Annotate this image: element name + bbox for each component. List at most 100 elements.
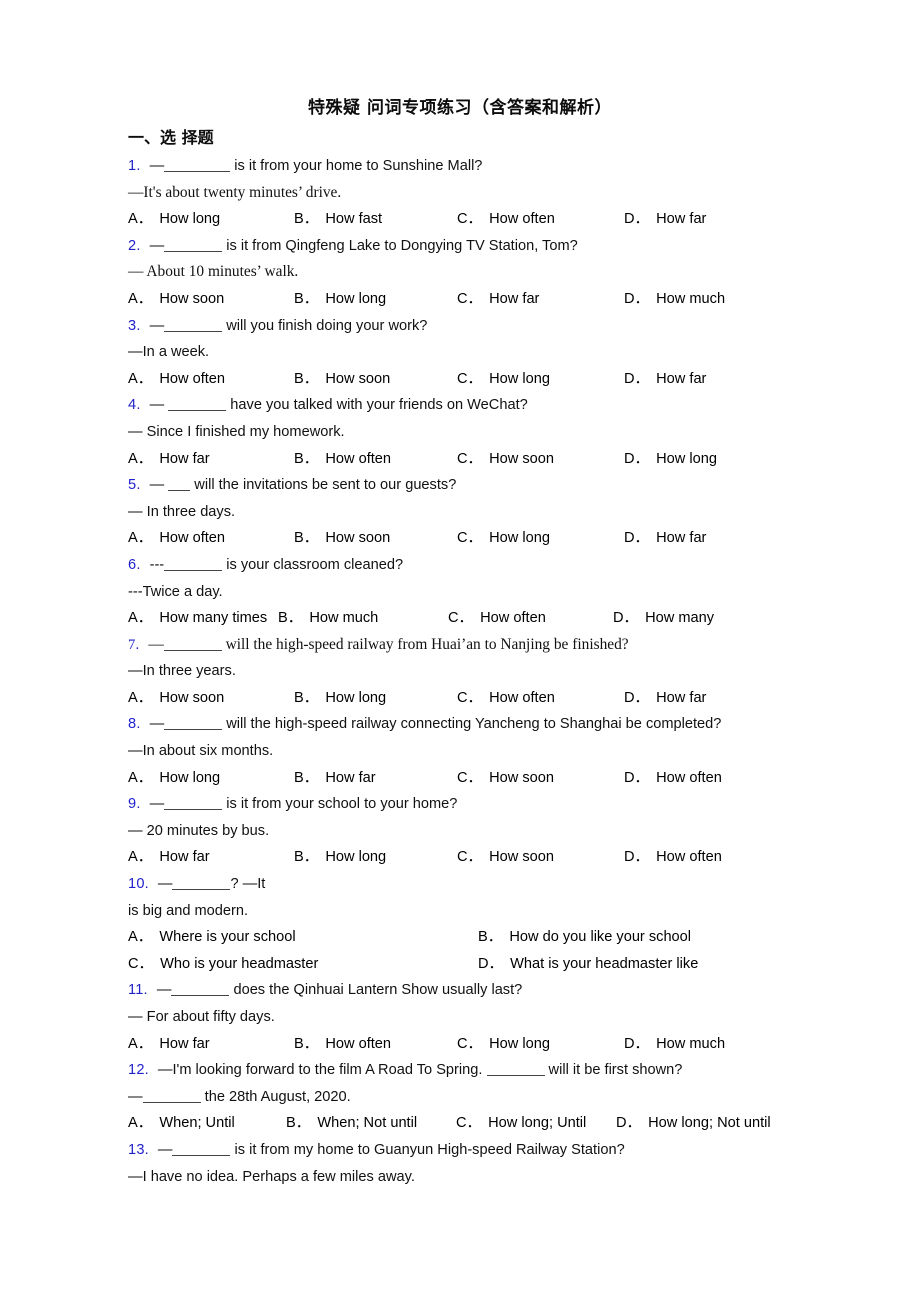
answer-blank-stem[interactable] bbox=[164, 318, 223, 332]
option-choice[interactable]: A． Where is your school bbox=[128, 924, 478, 951]
answer-blank-stem[interactable] bbox=[164, 238, 223, 252]
stem-text-before: — bbox=[157, 876, 173, 893]
option-letter: C． bbox=[457, 1035, 483, 1052]
option-choice[interactable]: A． How often bbox=[128, 525, 294, 552]
option-letter: B． bbox=[294, 450, 319, 467]
option-choice[interactable]: B． How soon bbox=[294, 366, 457, 393]
answer-blank-stem[interactable] bbox=[163, 637, 222, 651]
answer-blank-stem[interactable] bbox=[486, 1062, 545, 1077]
question-number: 1. bbox=[128, 158, 141, 174]
answer-blank-stem[interactable] bbox=[172, 876, 231, 891]
page-title: 特殊疑 问词专项练习（含答案和解析） bbox=[308, 98, 612, 118]
question-number: 5. bbox=[128, 477, 141, 494]
answer-blank-stem[interactable] bbox=[164, 557, 223, 571]
option-choice[interactable]: D． How long; Not until bbox=[616, 1110, 771, 1137]
question-stem: 2. — is it from Qingfeng Lake to Dongying… bbox=[128, 233, 892, 260]
option-choice[interactable]: A． How far bbox=[128, 1031, 294, 1058]
question-number: 8. bbox=[128, 716, 141, 733]
option-choice[interactable]: C． How long bbox=[457, 366, 624, 393]
option-choice[interactable]: C． How soon bbox=[457, 446, 624, 473]
option-choice[interactable]: D． How far bbox=[624, 366, 706, 393]
option-choice[interactable]: D． What is your headmaster like bbox=[478, 951, 698, 978]
option-letter: D． bbox=[624, 211, 650, 228]
option-text: How often bbox=[325, 450, 392, 467]
answer-blank-stem[interactable] bbox=[164, 158, 231, 172]
option-text: What is your headmaster like bbox=[510, 955, 699, 972]
option-choice[interactable]: D． How often bbox=[624, 844, 722, 871]
option-letter: C． bbox=[457, 530, 483, 547]
option-choice[interactable]: D． How much bbox=[624, 286, 725, 313]
option-letter: B． bbox=[294, 211, 319, 228]
option-row: A． Where is your school B． How do you like … bbox=[128, 924, 892, 951]
option-choice[interactable]: C． How often bbox=[457, 206, 624, 233]
option-choice[interactable]: B． How do you like your school bbox=[478, 924, 691, 951]
stem-text-after: is it from your school to your home? bbox=[222, 796, 458, 813]
option-row: A． How often B． How soon C． How long D． How far bbox=[128, 525, 892, 552]
option-choice[interactable]: B． How much bbox=[278, 605, 448, 632]
option-text: How often bbox=[159, 370, 226, 387]
option-choice[interactable]: B． How often bbox=[294, 446, 457, 473]
option-row: A． How soon B． How long C． How far D． How much bbox=[128, 286, 892, 313]
question-number: 3. bbox=[128, 317, 141, 334]
option-text: How long bbox=[325, 689, 387, 706]
answer-text-after: the 28th August, 2020. bbox=[200, 1088, 351, 1105]
answer-blank-stem[interactable] bbox=[168, 477, 191, 492]
option-row: A． How far B． How often C． How long D． How much bbox=[128, 1031, 892, 1058]
stem-text-before: —I'm looking forward to the film A Road … bbox=[157, 1062, 487, 1079]
option-choice[interactable]: D． How much bbox=[624, 1031, 725, 1058]
option-choice[interactable]: D． How far bbox=[624, 685, 706, 712]
option-choice[interactable]: C． How long bbox=[457, 1031, 624, 1058]
answer-blank-stem[interactable] bbox=[172, 1142, 231, 1156]
stem-text-after: will the high-speed railway connecting Y… bbox=[222, 716, 722, 733]
answer-blank-answer[interactable] bbox=[142, 1089, 201, 1103]
option-text: How long bbox=[489, 530, 550, 547]
option-choice[interactable]: B． How long bbox=[294, 685, 457, 712]
option-choice[interactable]: C． How long bbox=[457, 525, 624, 552]
option-choice[interactable]: C． How far bbox=[457, 286, 624, 313]
option-choice[interactable]: B． How fast bbox=[294, 206, 457, 233]
option-letter: A． bbox=[128, 689, 153, 706]
answer-blank-stem[interactable] bbox=[164, 716, 223, 731]
option-choice[interactable]: A． When; Until bbox=[128, 1110, 286, 1137]
option-choice[interactable]: C． How soon bbox=[457, 765, 624, 792]
option-choice[interactable]: A． How long bbox=[128, 206, 294, 233]
option-text: How often bbox=[656, 769, 722, 786]
option-choice[interactable]: B． How far bbox=[294, 765, 457, 792]
option-text: How soon bbox=[325, 530, 391, 547]
option-text: How far bbox=[159, 849, 210, 866]
option-choice[interactable]: C． Who is your headmaster bbox=[128, 951, 478, 978]
answer-blank-stem[interactable] bbox=[171, 982, 230, 997]
option-choice[interactable]: A． How many times bbox=[128, 605, 278, 632]
answer-blank-stem[interactable] bbox=[168, 397, 227, 412]
option-text: Who is your headmaster bbox=[160, 955, 319, 972]
option-choice[interactable]: B． How often bbox=[294, 1031, 457, 1058]
option-choice[interactable]: A． How soon bbox=[128, 286, 294, 313]
option-choice[interactable]: D． How many bbox=[613, 605, 714, 632]
option-choice[interactable]: D． How long bbox=[624, 446, 717, 473]
option-choice[interactable]: C． How soon bbox=[457, 844, 624, 871]
option-row: A． How many times B． How much C． How often D． H… bbox=[128, 605, 892, 632]
question-stem: 11. — does the Qinhuai Lantern Show usual… bbox=[128, 977, 892, 1004]
question-number: 10. bbox=[128, 876, 149, 893]
option-choice[interactable]: D． How often bbox=[624, 765, 722, 792]
option-choice[interactable]: D． How far bbox=[624, 525, 706, 552]
option-choice[interactable]: D． How far bbox=[624, 206, 706, 233]
option-choice[interactable]: B． How soon bbox=[294, 525, 457, 552]
option-choice[interactable]: A． How soon bbox=[128, 685, 294, 712]
question-answer: — About 10 minutes’ walk. bbox=[120, 259, 892, 286]
option-choice[interactable]: C． How often bbox=[448, 605, 613, 632]
option-letter: B． bbox=[294, 530, 319, 547]
option-choice[interactable]: A． How long bbox=[128, 765, 294, 792]
option-choice[interactable]: A． How far bbox=[128, 844, 294, 871]
option-choice[interactable]: B． When; Not until bbox=[286, 1110, 456, 1137]
option-text: How long bbox=[325, 849, 387, 866]
option-choice[interactable]: A． How far bbox=[128, 446, 294, 473]
answer-blank-stem[interactable] bbox=[164, 796, 223, 811]
option-row: A． When; Until B． When; Not until C． How long… bbox=[128, 1110, 892, 1137]
option-choice[interactable]: B． How long bbox=[294, 286, 457, 313]
option-choice[interactable]: A． How often bbox=[128, 366, 294, 393]
option-choice[interactable]: C． How long; Until bbox=[456, 1110, 616, 1137]
option-letter: C． bbox=[456, 1115, 482, 1132]
option-choice[interactable]: C． How often bbox=[457, 685, 624, 712]
option-choice[interactable]: B． How long bbox=[294, 844, 457, 871]
